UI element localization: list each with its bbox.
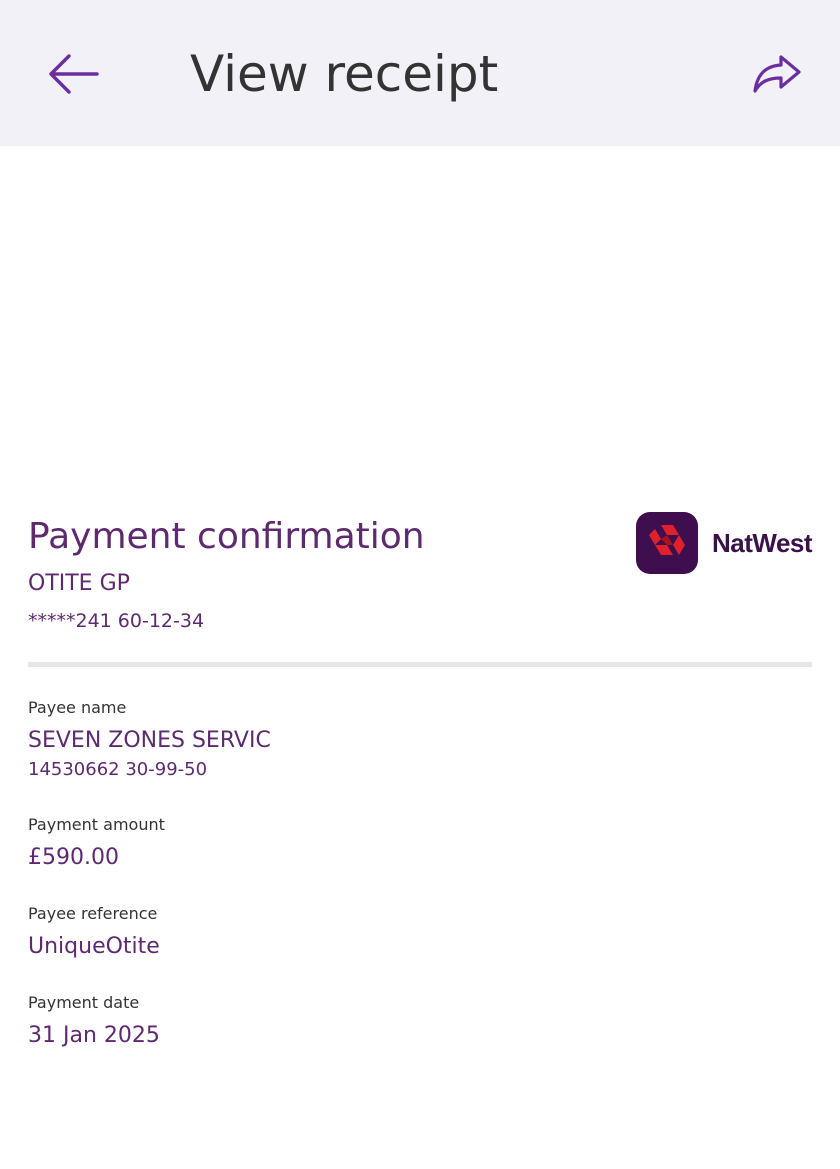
payee-name-value: SEVEN ZONES SERVIC [28, 728, 271, 753]
payment-date-label: Payment date [28, 993, 140, 1012]
brand-name: NatWest [712, 527, 813, 558]
share-icon [753, 55, 801, 93]
payment-amount-value: £590.00 [28, 845, 119, 870]
divider [28, 662, 812, 667]
app-bar: View receipt [0, 0, 840, 146]
payee-name-label: Payee name [28, 698, 127, 717]
payee-account-number: 14530662 30-99-50 [28, 759, 208, 780]
payment-amount-label: Payment amount [28, 815, 165, 834]
payment-date-value: 31 Jan 2025 [28, 1023, 160, 1048]
payee-reference-value: UniqueOtite [28, 934, 160, 959]
receipt-heading: Payment confirmation [28, 516, 425, 557]
page-title: View receipt [190, 45, 499, 103]
share-button[interactable] [742, 44, 812, 104]
brand-logo: NatWest [636, 511, 813, 575]
account-number: *****241 60-12-34 [28, 610, 205, 632]
brand-mark-icon [636, 512, 698, 574]
account-name: OTITE GP [28, 571, 130, 596]
back-button[interactable] [36, 44, 110, 104]
arrow-left-icon [49, 54, 99, 94]
payee-reference-label: Payee reference [28, 904, 158, 923]
